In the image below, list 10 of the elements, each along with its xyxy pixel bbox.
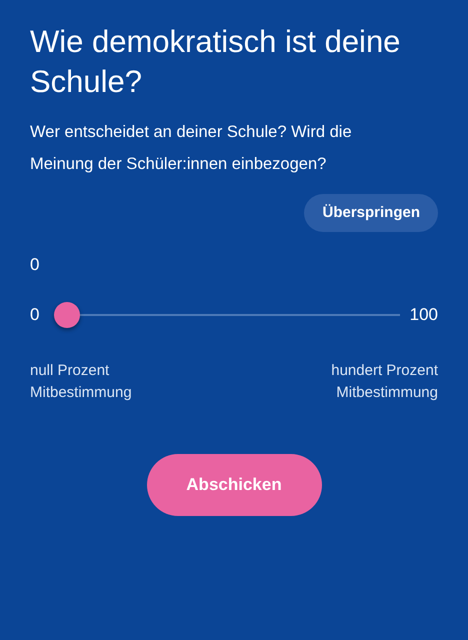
question-description: Wer entscheidet an deiner Schule? Wird die Meinung der Schüler:innen einbezogen?	[30, 122, 353, 175]
slider-left-caption: null Prozent Mitbestimmung	[30, 360, 133, 402]
slider-max-label: 100	[410, 304, 438, 326]
slider-right-caption: hundert Prozent Mitbestimmung	[330, 360, 438, 402]
slider-thumb[interactable]	[54, 302, 80, 328]
slider-value: 0	[30, 254, 40, 276]
skip-button[interactable]: Überspringen	[304, 194, 438, 232]
question-title: Wie demokratisch ist deine Schule?	[30, 23, 402, 101]
slider-min-label: 0	[30, 304, 40, 326]
slider[interactable]	[54, 302, 400, 328]
